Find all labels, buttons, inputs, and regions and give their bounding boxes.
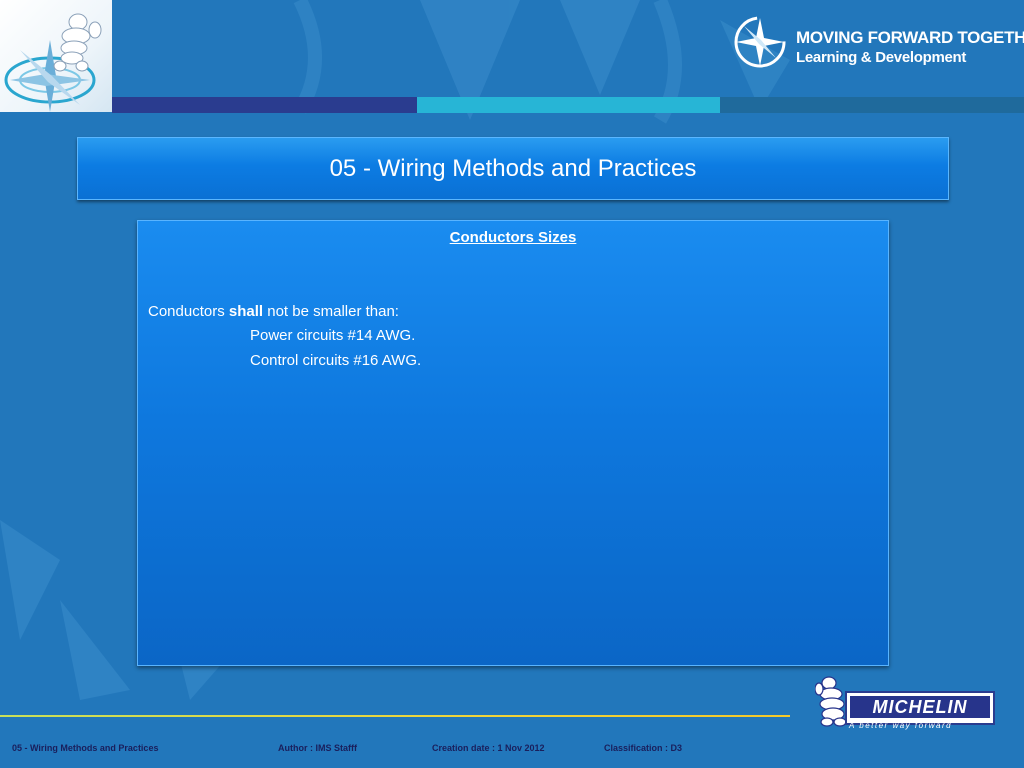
content-line-conductors: Conductors shall not be smaller than: bbox=[148, 303, 399, 320]
content-heading: Conductors Sizes bbox=[449, 229, 577, 246]
footer-title: 05 - Wiring Methods and Practices bbox=[12, 743, 159, 753]
michelin-wordmark: MICHELIN bbox=[850, 696, 990, 718]
michelin-wordmark-badge: MICHELIN bbox=[845, 691, 995, 725]
content-line-power: Power circuits #14 AWG. bbox=[250, 327, 416, 344]
footer-creation-date: Creation date : 1 Nov 2012 bbox=[432, 743, 545, 753]
michelin-logo: MICHELIN A better way forward bbox=[815, 675, 995, 733]
line1-prefix: Conductors bbox=[148, 303, 229, 320]
line1-bold: shall bbox=[228, 303, 264, 320]
brand-star-icon bbox=[734, 16, 786, 68]
brand-line-1: MOVING FORWARD TOGETHER bbox=[796, 28, 1024, 47]
stripe-dark bbox=[112, 97, 417, 113]
michelin-tagline: A better way forward bbox=[849, 721, 953, 730]
michelin-man-small bbox=[53, 13, 102, 72]
line1-suffix: not be smaller than: bbox=[263, 303, 399, 320]
stripe-mid bbox=[720, 97, 1024, 113]
brand-text: MOVING FORWARD TOGETHER Learning & Devel… bbox=[796, 28, 1024, 68]
compass-star-icon bbox=[4, 13, 102, 112]
brand-line-2: Learning & Development bbox=[796, 49, 967, 66]
footer-classification: Classification : D3 bbox=[604, 743, 683, 753]
slide-title-bar: 05 - Wiring Methods and Practices bbox=[77, 137, 949, 200]
slide-title: 05 - Wiring Methods and Practices bbox=[329, 154, 697, 182]
footer-author: Author : IMS Stafff bbox=[278, 743, 357, 753]
stripe-light bbox=[417, 97, 720, 113]
slide-content-panel: Conductors Sizes Conductors shall not be… bbox=[137, 220, 889, 666]
header-stripes bbox=[112, 97, 1024, 113]
footer-rule bbox=[0, 715, 790, 717]
content-line-control: Control circuits #16 AWG. bbox=[250, 352, 422, 369]
learning-logo-tile bbox=[0, 0, 112, 112]
brand-header: MOVING FORWARD TOGETHER Learning & Devel… bbox=[730, 12, 1024, 72]
